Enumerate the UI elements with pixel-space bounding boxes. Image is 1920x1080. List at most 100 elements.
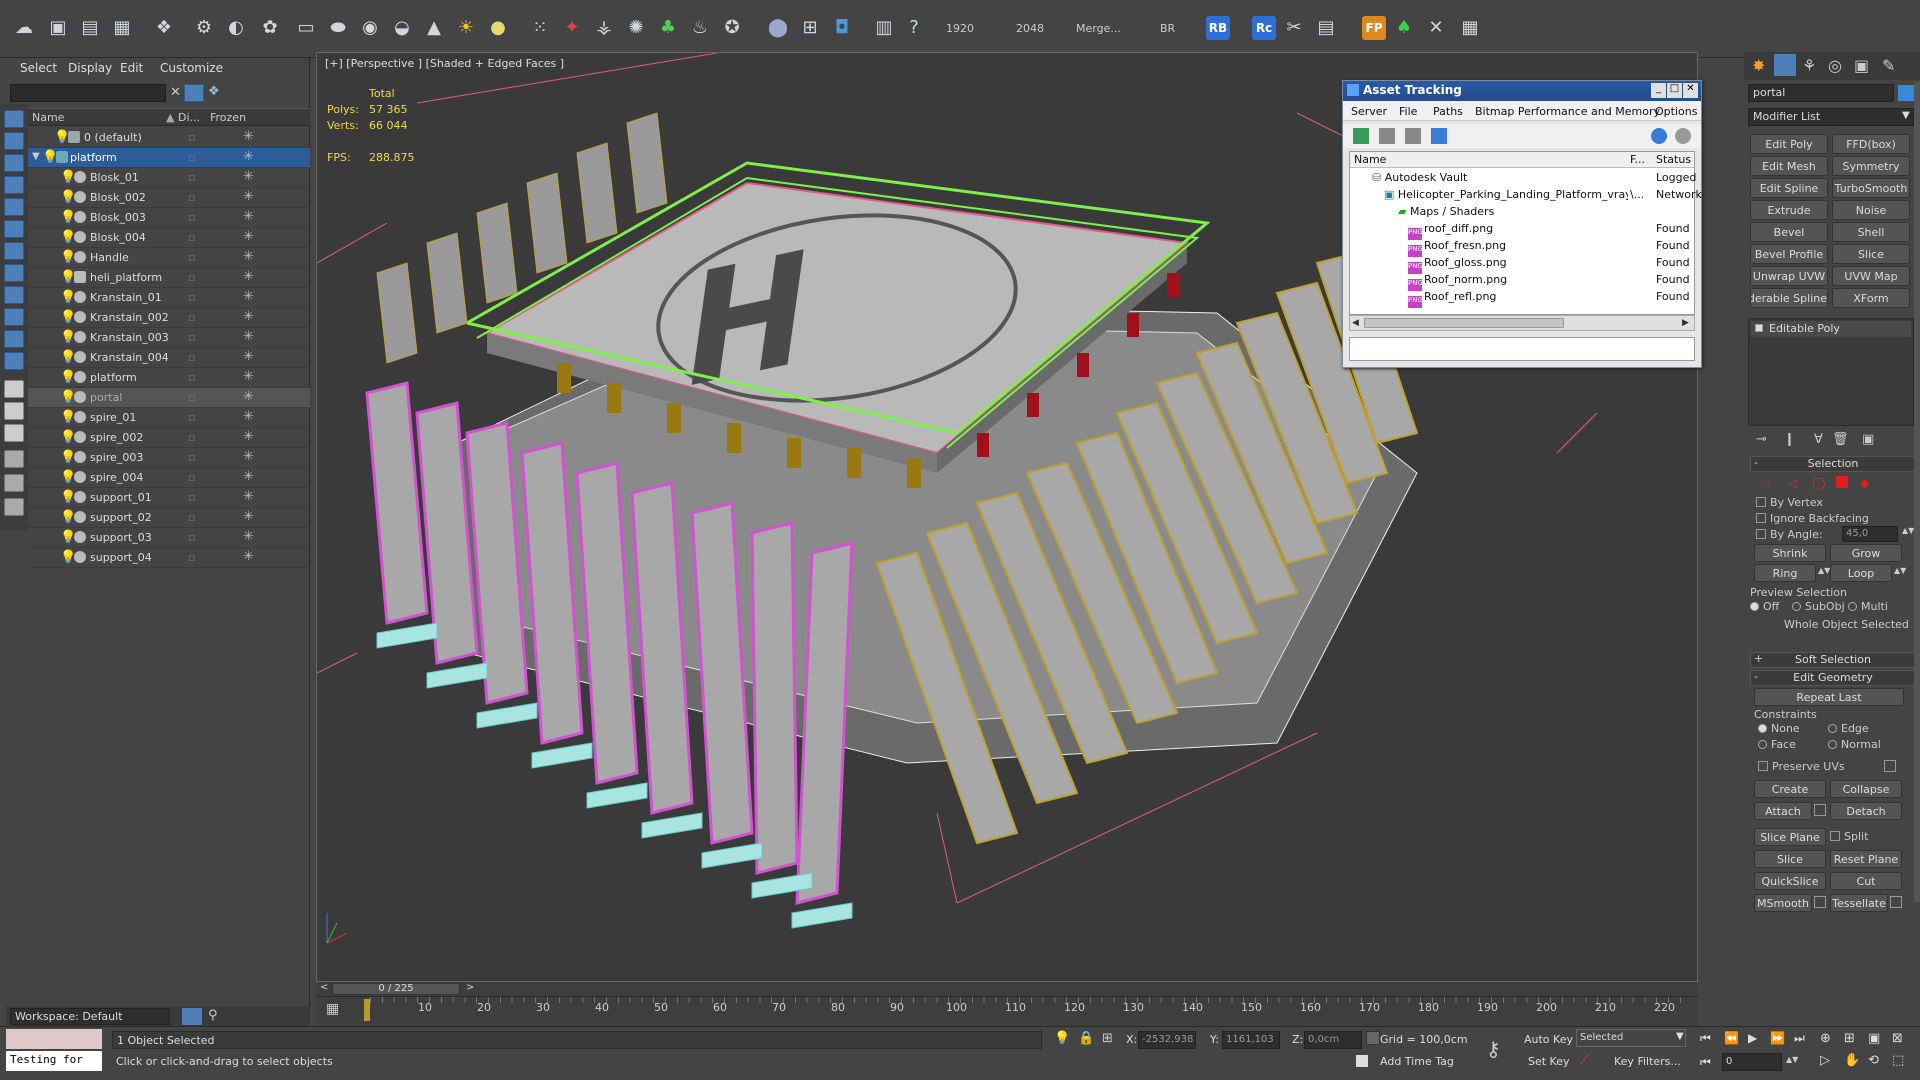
scroll-left-icon[interactable]: ◀ [1352,318,1359,328]
time-slider[interactable]: < 0 / 225 > [316,982,1698,996]
table-row[interactable]: PNGRoof_gloss.png Found [1350,254,1694,274]
omni-light-icon[interactable]: ● [484,13,512,41]
edit-mesh-button[interactable]: Edit Mesh [1750,156,1828,176]
quickslice-button[interactable]: QuickSlice [1754,872,1826,890]
preserve-uvs-settings-icon[interactable] [1884,760,1896,772]
column-status[interactable]: Status [1656,153,1691,166]
remove-modifier-icon[interactable]: 🗑 [1832,432,1849,447]
pan-icon[interactable]: ✋ [1844,1053,1860,1068]
previous-frame-icon[interactable]: ⏪ [1724,1031,1739,1045]
split-checkbox[interactable]: Split [1830,830,1868,843]
repeat-last-button[interactable]: Repeat Last [1754,688,1904,706]
layer-explorer-icon[interactable] [182,1008,202,1025]
time-next-icon[interactable]: > [466,982,474,993]
column-f[interactable]: F... [1630,153,1645,166]
pin-stack-icon[interactable]: ⊸ [1756,432,1767,447]
menu-file[interactable]: File [1399,105,1417,118]
display-toggle-icon[interactable]: ▫ [188,351,200,364]
toolbar-value-1920[interactable]: 1920 [946,22,974,35]
maximize-icon[interactable]: □ [1667,83,1682,98]
display-toggle-icon[interactable]: ▫ [188,551,200,564]
clipboard-icon[interactable]: ▥ [870,13,898,41]
table-row[interactable]: PNGroof_diff.png Found [1350,220,1694,240]
scroll-thumb[interactable] [1364,318,1564,328]
list-item[interactable]: 💡 spire_002 ▫ ✳ [28,428,310,448]
make-unique-icon[interactable]: ∀ [1814,432,1823,447]
display-all-icon[interactable] [4,380,24,398]
loop-spinner-icon[interactable]: ▲▼ [1894,566,1906,575]
y-coord-field[interactable]: 1161,103 [1222,1031,1280,1049]
grow-button[interactable]: Grow [1830,544,1902,562]
ffd-box-button[interactable]: FFD(box) [1832,134,1910,154]
display-toggle-icon[interactable]: ▫ [188,531,200,544]
spinner-arrows-icon[interactable]: ▲▼ [1902,526,1914,535]
list-item[interactable]: 💡 0 (default) ▫ ✳ [28,128,310,148]
list-item[interactable]: 💡 spire_004 ▫ ✳ [28,468,310,488]
display-toggle-icon[interactable]: ▫ [188,491,200,504]
menu-bitmap-performance[interactable]: Bitmap Performance and Memory [1475,105,1660,118]
display-toggle-icon[interactable]: ▫ [188,271,200,284]
list-item[interactable]: 💡 Kranstain_002 ▫ ✳ [28,308,310,328]
tripod-icon[interactable]: ⚶ [590,13,618,41]
freeze-icon[interactable]: ✳ [243,249,254,264]
maximize-viewport-icon[interactable]: ⬚ [1892,1053,1904,1068]
menu-options[interactable]: Options [1655,105,1697,118]
list-item[interactable]: 💡 Blosk_003 ▫ ✳ [28,208,310,228]
vertex-level-icon[interactable]: ⁖ [1764,476,1771,490]
freeze-icon[interactable]: ✳ [243,349,254,364]
modify-tab-icon[interactable] [1774,54,1796,76]
list-item[interactable]: 💡 Blosk_002 ▫ ✳ [28,188,310,208]
merge-button[interactable]: Merge... [1076,22,1121,35]
shell-button[interactable]: Shell [1832,222,1910,242]
unwrap-uvw-button[interactable]: Unwrap UVW [1750,266,1828,286]
set-key-icon[interactable]: ⟋ [1580,1053,1589,1068]
filter-cameras-icon[interactable] [4,176,24,194]
set-key-button[interactable]: Set Key [1528,1055,1570,1068]
freeze-icon[interactable]: ✳ [243,229,254,244]
polygon-level-icon[interactable] [1836,476,1848,488]
frame-spinner-icon[interactable]: ▲▼ [1786,1055,1798,1064]
freeze-icon[interactable]: ✳ [243,549,254,564]
scroll-right-icon[interactable]: ▶ [1682,318,1689,328]
object-color-swatch[interactable] [1898,85,1914,101]
schematic-icon[interactable]: ◐ [222,13,250,41]
slice-button[interactable]: Slice [1754,850,1826,868]
display-tab-icon[interactable]: ▣ [1854,56,1869,75]
show-end-result-icon[interactable]: ❙ [1784,432,1795,447]
add-time-tag-button[interactable]: Add Time Tag [1380,1055,1454,1068]
xform-button[interactable]: XForm [1832,288,1910,308]
scene-search-input[interactable] [10,84,166,102]
z-coord-field[interactable]: 0,0cm [1304,1031,1362,1049]
sun-light-icon[interactable]: ☀ [452,13,480,41]
key-mode-icon[interactable]: ⏮ [1700,1055,1711,1070]
reset-plane-button[interactable]: Reset Plane [1830,850,1902,868]
tree-view-icon[interactable] [1405,128,1421,144]
preview-multi-radio[interactable]: Multi [1848,600,1888,613]
selection-lock-icon[interactable]: 🔒 [1078,1031,1094,1046]
geosphere-icon[interactable]: ◉ [356,13,384,41]
rigid-body-icon[interactable]: ✦ [558,13,586,41]
object-name-field[interactable]: portal [1748,84,1894,102]
particle-grid-icon[interactable]: ⁙ [526,13,554,41]
filter-containers-icon[interactable] [4,308,24,326]
menu-customize[interactable]: Customize [160,61,223,75]
render-setup-icon[interactable]: ▣ [44,13,72,41]
freeze-icon[interactable]: ✳ [243,309,254,324]
freeze-icon[interactable]: ✳ [243,209,254,224]
rb-button[interactable]: RB [1206,16,1230,40]
settings-icon[interactable] [1675,128,1691,144]
column-name[interactable]: Name [32,111,64,124]
table-row[interactable]: PNGRoof_refl.png Found [1350,288,1694,308]
loop-button[interactable]: Loop [1830,564,1892,582]
freeze-icon[interactable]: ✳ [243,489,254,504]
display-toggle-icon[interactable]: ▫ [188,371,200,384]
filter-groups-icon[interactable] [4,242,24,260]
display-toggle-icon[interactable]: ▫ [188,231,200,244]
column-display[interactable]: Di... [178,111,200,124]
teapot-icon[interactable]: ✿ [256,13,284,41]
isolate-selection-icon[interactable]: 💡 [1054,1031,1070,1046]
list-item[interactable]: 💡 platform ▫ ✳ [28,368,310,388]
stack-item-editable-poly[interactable]: Editable Poly [1751,321,1911,337]
filter-frozen-icon[interactable] [4,330,24,348]
selection-rollout-header[interactable]: Selection [1750,456,1916,472]
